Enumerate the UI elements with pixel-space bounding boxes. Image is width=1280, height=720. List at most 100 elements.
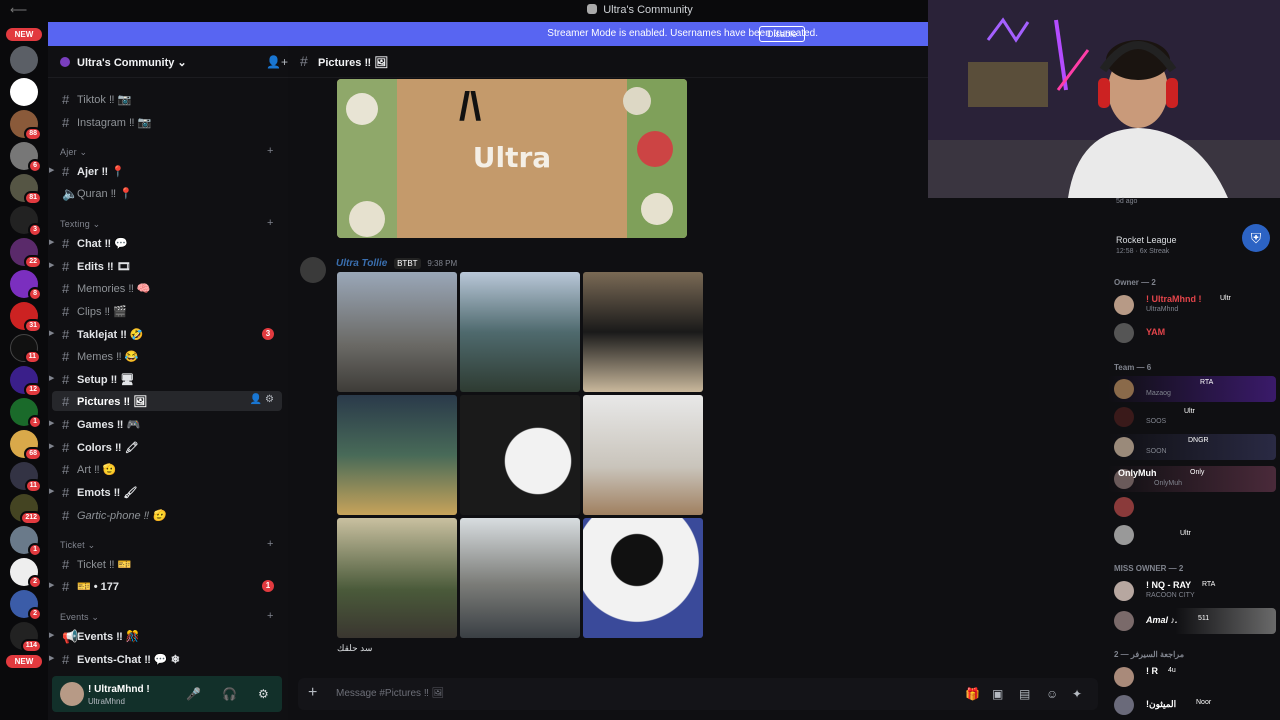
server-icon[interactable]: 1 — [10, 526, 42, 557]
member-item[interactable]: RTA Mazaog — [1108, 376, 1276, 402]
category-texting[interactable]: Texting ⌄ + — [60, 217, 273, 230]
server-icon[interactable]: 12 — [10, 366, 42, 397]
member-item[interactable]: OnlyMuh Only OnlyMuh — [1108, 466, 1276, 492]
image-tile[interactable] — [337, 395, 457, 515]
server-icon[interactable]: 3 — [10, 206, 42, 237]
avatar[interactable] — [300, 257, 326, 283]
member-item[interactable]: ! UltraMhnd ! Ultr UltraMhnd — [1108, 292, 1276, 318]
server-icon[interactable]: 31 — [10, 302, 42, 333]
member-item[interactable]: DNGR SOON — [1108, 434, 1276, 460]
image-tile[interactable] — [583, 272, 703, 392]
apps-icon[interactable]: ✦ — [1072, 687, 1082, 701]
channel-emots[interactable]: ▶ # Emots ‼ 🖌 — [49, 482, 282, 502]
channel-tiktok[interactable]: # Tiktok ‼ 📷 — [52, 89, 282, 109]
image-tile[interactable] — [460, 272, 580, 392]
message-composer[interactable]: + Message #Pictures ‼ 🖼 🎁 ▣ ▤ ☺ ✦ — [298, 678, 1098, 710]
image-tile[interactable] — [337, 272, 457, 392]
sticker-icon[interactable]: ▤ — [1019, 687, 1030, 701]
settings-gear-icon[interactable]: ⚙ — [258, 687, 269, 701]
channel-games[interactable]: ▶ # Games ‼ 🎮 — [49, 414, 282, 434]
message-input[interactable]: Message #Pictures ‼ 🖼 — [336, 688, 444, 699]
app-logo-icon — [587, 4, 598, 14]
member-item[interactable]: Ultr SOOS — [1108, 404, 1276, 430]
member-item[interactable] — [1108, 494, 1276, 520]
category-ajer[interactable]: Ajer ⌄ + — [60, 145, 273, 158]
channel-memories[interactable]: # Memories ‼ 🧠 — [52, 278, 282, 298]
channel-pictures[interactable]: # Pictures ‼ 🖼 👤 ⚙ — [52, 391, 282, 411]
window-title-text: Ultra's Community — [603, 4, 693, 16]
add-channel-icon[interactable]: + — [267, 538, 274, 550]
disable-streamer-button[interactable]: Disable — [759, 26, 806, 42]
microphone-icon[interactable]: 🎤 — [186, 687, 201, 701]
gift-icon[interactable]: 🎁 — [965, 687, 980, 701]
image-tile[interactable] — [583, 395, 703, 515]
server-icon[interactable]: 88 — [10, 110, 42, 141]
hash-icon: # — [62, 579, 70, 594]
gif-icon[interactable]: ▣ — [992, 687, 1003, 701]
channel-setup[interactable]: ▶ # Setup ‼ 🖥 — [49, 369, 282, 389]
server-icon[interactable]: 1 — [10, 398, 42, 429]
category-events[interactable]: Events ⌄ + — [60, 610, 273, 623]
image-tile[interactable] — [583, 518, 703, 638]
member-status: RACOON CITY — [1146, 592, 1195, 599]
server-icon[interactable] — [10, 46, 38, 74]
channel-gartic-phone[interactable]: # Gartic-phone ‼ 🫡 — [52, 505, 282, 525]
server-icon[interactable]: 81 — [10, 174, 42, 205]
server-icon[interactable]: 8 — [10, 270, 42, 301]
member-item[interactable]: ! R 4u — [1108, 664, 1276, 690]
channel-label: Ticket ‼ 🎫 — [77, 559, 132, 571]
headphones-icon[interactable]: 🎧 — [222, 687, 237, 701]
member-item[interactable]: Amal ♪. 511 — [1108, 608, 1276, 634]
hash-icon: # — [62, 462, 70, 477]
add-channel-icon[interactable]: + — [267, 217, 274, 229]
member-item[interactable]: !الميثون Noor — [1108, 692, 1276, 718]
invite-people-icon[interactable]: 👤+ — [266, 55, 288, 69]
server-icon[interactable]: 22 — [10, 238, 42, 269]
channel-settings-gear-icon[interactable]: 👤 ⚙ — [250, 394, 274, 405]
server-icon[interactable]: 11 — [10, 462, 42, 493]
member-tag: Ultr — [1184, 408, 1195, 415]
category-ticket[interactable]: Ticket ⌄ + — [60, 538, 273, 551]
image-tile[interactable] — [337, 518, 457, 638]
member-item[interactable]: ! NQ - RAY RTA RACOON CITY — [1108, 578, 1276, 604]
channel-colors[interactable]: ▶ # Colors ‼ 🖍 — [49, 437, 282, 457]
channel-ajer[interactable]: ▶ # Ajer ‼ 📍 — [49, 161, 282, 181]
channel-ticket[interactable]: # Ticket ‼ 🎫 — [52, 554, 282, 574]
activity-card[interactable]: 5d ago Rocket League 12:58 · 6x Streak ⛨ — [1112, 198, 1276, 264]
server-icon[interactable]: 2 — [10, 558, 42, 589]
channel-edits[interactable]: ▶ # Edits ‼ 🎞 — [49, 256, 282, 276]
avatar[interactable] — [60, 682, 84, 706]
image-tile[interactable] — [460, 395, 580, 515]
message-author[interactable]: Ultra Tollie — [336, 258, 387, 269]
member-item[interactable]: YAM — [1108, 320, 1276, 346]
channel-taklejat[interactable]: ▶ # Taklejat ‼ 🤣 3 — [49, 324, 282, 344]
channel-quran[interactable]: 🔈 Quran ‼ 📍 — [52, 183, 282, 203]
guild-header[interactable]: Ultra's Community ⌄ 👤+ — [48, 46, 288, 78]
channel-instagram[interactable]: # Instagram ‼ 📷 — [52, 112, 282, 132]
channel-label: Chat ‼ 💬 — [77, 238, 128, 250]
image-tile[interactable] — [460, 518, 580, 638]
channel-art[interactable]: # Art ‼ 🫡 — [52, 459, 282, 479]
server-icon[interactable]: 11 — [10, 334, 41, 364]
channel-clips[interactable]: # Clips ‼ 🎬 — [52, 301, 282, 321]
server-icon[interactable]: 2 — [10, 590, 42, 621]
channel-events[interactable]: ▶ 📢 Events ‼ 🎊 — [49, 626, 282, 646]
add-channel-icon[interactable]: + — [267, 610, 274, 622]
channel-events-chat[interactable]: ▶ # Events-Chat ‼ 💬 ❄ — [49, 649, 282, 669]
add-attachment-icon[interactable]: + — [308, 684, 317, 702]
add-channel-icon[interactable]: + — [267, 145, 274, 157]
server-icon[interactable]: 212 — [10, 494, 42, 525]
channel-chat[interactable]: ▶ # Chat ‼ 💬 — [49, 233, 282, 253]
member-item[interactable]: Ultr — [1108, 522, 1276, 548]
member-status: Mazaog — [1146, 390, 1171, 397]
emoji-icon[interactable]: ☺ — [1046, 687, 1058, 701]
server-icon[interactable]: 68 — [10, 430, 42, 461]
image-attachment[interactable]: /\ Ultra — [337, 79, 687, 238]
channel-memes[interactable]: # Memes ‼ 😂 — [52, 346, 282, 366]
server-icon[interactable] — [10, 78, 38, 106]
server-icon[interactable]: 6 — [10, 142, 42, 173]
mention-badge: 31 — [24, 319, 42, 333]
member-name: !الميثون — [1146, 699, 1177, 709]
channel-ticket-177[interactable]: ▶ # 🎫 • 177 1 — [49, 576, 282, 596]
server-icon[interactable]: 114 — [10, 622, 42, 653]
